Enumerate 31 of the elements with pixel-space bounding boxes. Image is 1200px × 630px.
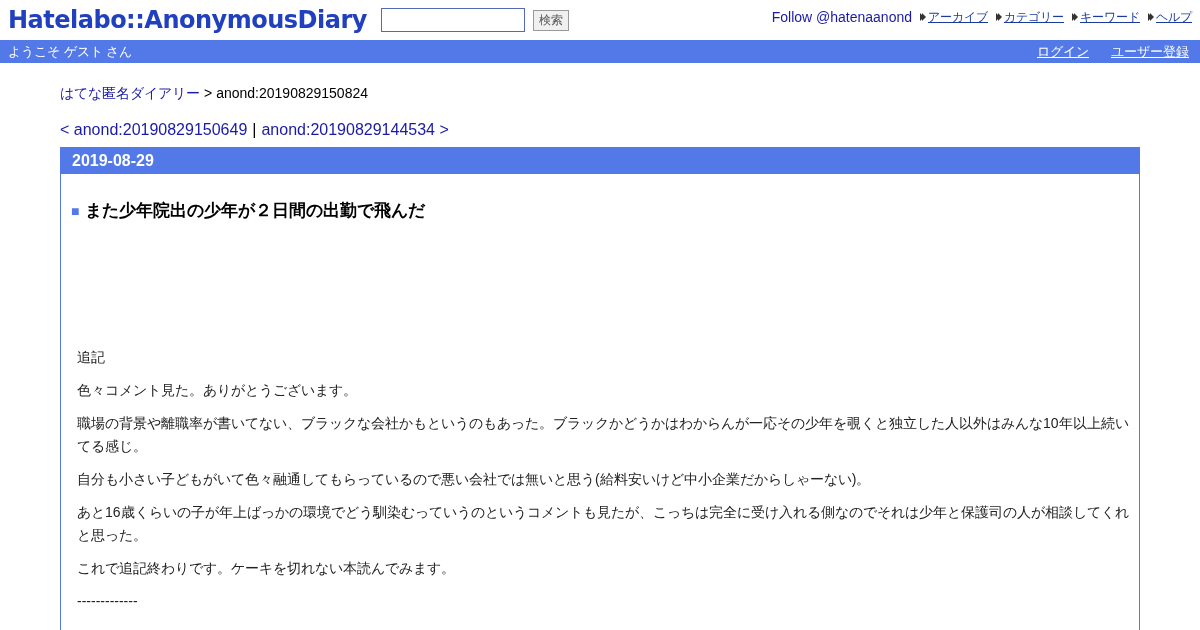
prev-link[interactable]: < anond:20190829150649 [60, 121, 248, 139]
breadcrumb-link[interactable]: はてな匿名ダイアリー [60, 85, 200, 103]
nav-link[interactable]: ヘルプ [1156, 8, 1192, 26]
breadcrumb-current: anond:20190829150824 [216, 85, 368, 103]
entry-paragraph: 色々コメント見た。ありがとうございます。 [77, 381, 358, 400]
user-link[interactable]: ユーザー登録 [1111, 42, 1189, 61]
entry-paragraph: ------------- [77, 592, 139, 611]
nav-link[interactable]: キーワード [1080, 8, 1140, 26]
breadcrumb-separator: > [204, 85, 213, 103]
arrow-icon [920, 13, 926, 21]
site-logo[interactable]: Hatelabo::AnonymousDiary [8, 6, 367, 34]
entry-paragraph: 追記 [77, 348, 106, 367]
next-link[interactable]: anond:20190829144534 > [261, 121, 449, 139]
entry-paragraph: 自分も小さい子どもがいて色々融通してもらっているので悪い会社では無いと思う(給料安いけど中小企業だからしゃーない)。 [77, 470, 872, 489]
user-link[interactable]: ログイン [1037, 42, 1089, 61]
pager-separator: | [252, 121, 257, 139]
date-link[interactable]: 2019-08-29 [72, 152, 154, 170]
entry-paragraph: 職場の背景や離職率が書いてない、ブラックな会社かもというのもあった。ブラックかどうかはわからんが一応その少年を覗くと独立した人以外はみんな10年以上続いてる感じ。 [77, 414, 1129, 456]
entry-paragraph: これで追記終わりです。ケーキを切れない本読んでみます。 [77, 559, 456, 578]
entry-paragraph: あと16歳くらいの子が年上ばっかの環境でどう馴染むっていうのというコメントも見たが、こっちは完全に受け入れる側なのでそれは少年と保護司の人が相談してくれと思った。 [77, 503, 1129, 545]
arrow-icon [996, 13, 1002, 21]
arrow-icon [1072, 13, 1078, 21]
nav-link[interactable]: カテゴリー [1004, 8, 1064, 26]
search-button[interactable]: 検索 [532, 9, 569, 31]
nav-link[interactable]: アーカイブ [928, 8, 988, 26]
entry-title: また少年院出の少年が２日間の出勤で飛んだ [85, 200, 426, 222]
search-field[interactable] [380, 8, 525, 32]
arrow-icon [1148, 13, 1154, 21]
greeting-text: ようこそ ゲスト さん [8, 42, 133, 61]
follow-link[interactable]: Follow @hatenaanond [771, 9, 912, 25]
permalink-mark[interactable]: ■ [71, 202, 80, 219]
